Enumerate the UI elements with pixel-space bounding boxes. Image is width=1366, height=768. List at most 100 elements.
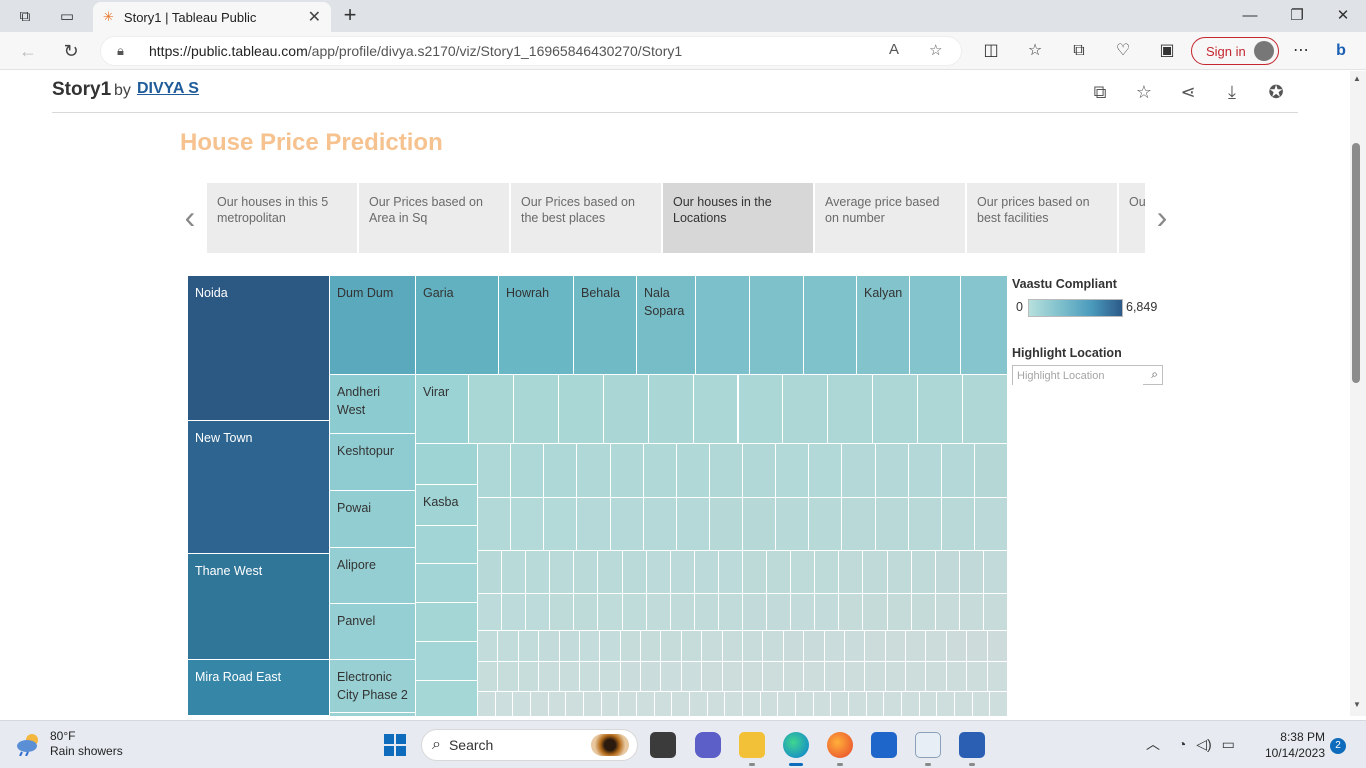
treemap-cell[interactable] [661,662,682,692]
treemap-cell[interactable] [511,498,545,551]
edge-browser-icon[interactable] [783,732,809,758]
treemap-cell[interactable] [574,594,599,631]
teams-chat-icon[interactable] [695,732,721,758]
treemap-cell[interactable] [718,551,743,594]
treemap-cell[interactable] [643,498,677,551]
treemap-cell[interactable] [865,662,886,692]
treemap-cell[interactable] [702,662,723,692]
clock[interactable]: 8:38 PM 10/14/2023 [1250,729,1325,761]
extensions-icon[interactable]: ▣ [1155,40,1179,62]
battery-icon[interactable]: ▭ [1222,736,1235,752]
treemap-cell[interactable] [637,692,655,716]
treemap-cell[interactable] [839,551,864,594]
treemap-cell[interactable] [539,662,560,692]
treemap-cell-andheri-west[interactable]: Andheri West [330,375,416,434]
treemap-cell[interactable] [842,498,876,551]
treemap-cell[interactable] [518,662,540,692]
treemap-cell[interactable] [696,276,750,375]
treemap-cell[interactable] [959,551,984,594]
treemap-cell[interactable] [518,631,540,662]
treemap-cell-behala[interactable]: Behala [574,276,637,375]
more-options-icon[interactable]: ⋯ [1289,40,1313,62]
treemap-cell[interactable] [610,444,644,498]
treemap-cell[interactable] [791,551,816,594]
treemap-cell[interactable] [646,594,671,631]
treemap-cell[interactable] [959,594,984,631]
treemap-cell[interactable] [906,662,927,692]
story-point-2[interactable]: Our Prices based on Area in Sq [359,183,509,253]
scrollbar-thumb[interactable] [1352,143,1360,383]
treemap-cell[interactable] [809,444,843,498]
treemap-cell[interactable] [961,276,1008,375]
highlight-location-input[interactable] [1013,367,1143,385]
treemap-cell[interactable] [416,526,478,564]
story-point-4[interactable]: Our houses in the Locations [663,183,813,253]
treemap-cell[interactable] [648,375,694,444]
treemap-cell[interactable] [495,692,514,716]
treemap-cell[interactable] [911,551,936,594]
treemap-cell[interactable] [690,692,708,716]
treemap-cell[interactable] [743,594,768,631]
split-screen-icon[interactable]: ◫ [979,40,1003,62]
read-aloud-icon[interactable]: A [889,41,899,58]
treemap-cell[interactable] [831,692,849,716]
treemap-cell[interactable] [641,631,662,662]
treemap-cell[interactable] [767,551,792,594]
viz-of-the-day-icon[interactable]: ✪ [1263,79,1289,105]
treemap-cell[interactable] [416,603,478,642]
treemap-cell[interactable] [544,498,578,551]
task-view-icon[interactable] [650,732,676,758]
close-window-button[interactable]: ✕ [1323,4,1363,28]
treemap-cell[interactable] [661,631,682,662]
treemap-cell[interactable] [559,631,580,662]
treemap-cell[interactable] [579,662,601,692]
treemap-cell[interactable] [743,662,764,692]
collections-icon[interactable]: ⧉ [1067,40,1091,62]
treemap-cell[interactable] [972,692,991,716]
treemap-cell[interactable] [681,631,703,662]
treemap-cell-nala-sopara[interactable]: Nala Sopara [637,276,696,375]
treemap-cell[interactable] [967,662,988,692]
treemap-cell[interactable] [842,444,876,498]
minimize-window-button[interactable]: — [1230,4,1270,28]
close-tab-icon[interactable]: ✕ [308,7,321,27]
treemap-cell[interactable] [641,662,662,692]
story-point-3[interactable]: Our Prices based on the best places [511,183,661,253]
treemap-cell[interactable] [743,498,777,551]
treemap-cell-howrah[interactable]: Howrah [499,276,574,375]
treemap-cell[interactable] [935,594,960,631]
treemap-cell[interactable] [603,375,649,444]
treemap-cell[interactable] [738,375,784,444]
treemap-cell[interactable] [709,444,743,498]
treemap-cell[interactable] [643,444,677,498]
treemap-cell-kalyan[interactable]: Kalyan [857,276,910,375]
tableau-icon[interactable] [915,732,941,758]
treemap-cell[interactable] [544,444,578,498]
treemap-cell[interactable] [478,662,499,692]
treemap-cell[interactable] [478,631,499,662]
treemap-cell[interactable] [676,498,710,551]
treemap-cell[interactable] [526,594,551,631]
back-icon[interactable]: ← [15,39,41,63]
workspaces-icon[interactable]: ⧉ [12,4,38,28]
treemap-cell[interactable] [579,631,601,662]
treemap-cell[interactable] [863,594,888,631]
scroll-up-icon[interactable]: ▲ [1351,74,1363,83]
treemap-cell[interactable] [941,444,975,498]
treemap-cell[interactable] [926,631,947,662]
treemap-cell[interactable] [908,444,942,498]
treemap-cell[interactable] [919,692,938,716]
treemap-cell[interactable] [763,662,784,692]
treemap-cell[interactable] [935,551,960,594]
treemap-cell[interactable] [967,631,988,662]
treemap-cell[interactable] [548,692,567,716]
treemap-cell[interactable] [478,498,512,551]
author-link[interactable]: DIVYA S [137,80,199,98]
copilot-icon[interactable]: b [1329,40,1353,62]
treemap-cell[interactable] [469,375,514,444]
browser-tab[interactable]: ✳ Story1 | Tableau Public ✕ [93,2,331,32]
treemap-cell[interactable] [622,551,647,594]
treemap-cell[interactable] [815,594,840,631]
treemap-cell[interactable] [918,375,964,444]
restore-window-button[interactable]: ❐ [1277,4,1317,28]
